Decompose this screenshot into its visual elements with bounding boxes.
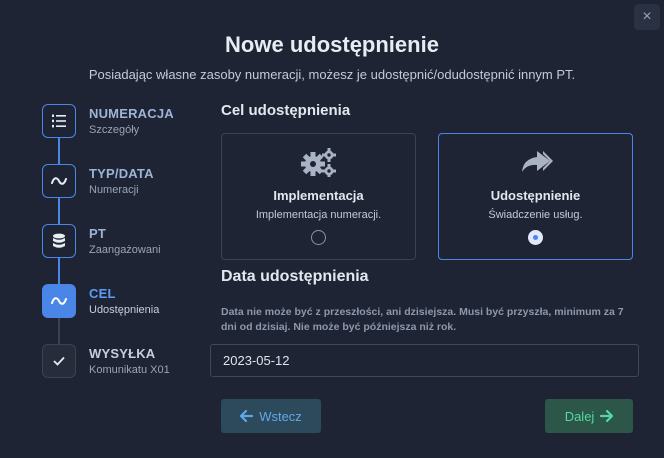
option-description: Implementacja numeracji. <box>255 209 382 221</box>
step-title: TYP/DATA <box>89 166 154 181</box>
step-numeracja[interactable]: NUMERACJA Szczegóły <box>42 104 212 144</box>
arrow-right-icon <box>600 410 614 422</box>
step-subtitle: Zaangażowani <box>89 244 161 256</box>
step-title: WYSYŁKA <box>89 346 156 361</box>
date-heading: Data udostępnienia <box>221 268 369 285</box>
tilde-icon <box>42 284 76 318</box>
next-button[interactable]: Dalej <box>545 399 633 433</box>
share-icon <box>519 147 553 177</box>
option-title: Implementacja <box>273 188 364 203</box>
radio-implementacja[interactable] <box>311 230 326 245</box>
purpose-heading: Cel udostępnienia <box>221 102 351 119</box>
next-button-label: Dalej <box>564 408 595 424</box>
step-wysylka[interactable]: WYSYŁKA Komunikatu X01 <box>42 344 212 384</box>
arrow-left-icon <box>240 410 254 422</box>
radio-udostepnienie[interactable] <box>528 230 543 245</box>
step-subtitle: Numeracji <box>89 184 139 196</box>
close-button[interactable]: × <box>634 4 660 30</box>
option-udostepnienie[interactable]: Udostępnienie Świadczenie usług. <box>438 133 633 260</box>
step-typ-data[interactable]: TYP/DATA Numeracji <box>42 164 212 204</box>
date-hint: Data nie może być z przeszłości, ani dzi… <box>221 306 624 333</box>
gears-icon <box>300 147 338 177</box>
step-title: PT <box>89 226 107 241</box>
close-icon: × <box>642 8 652 25</box>
step-subtitle: Komunikatu X01 <box>89 364 170 376</box>
step-title: CEL <box>89 286 116 301</box>
option-title: Udostępnienie <box>490 188 581 203</box>
database-icon <box>42 224 76 258</box>
step-subtitle: Udostępnienia <box>89 304 160 316</box>
tilde-icon <box>42 164 76 198</box>
dialog-subtitle: Posiadając własne zasoby numeracji, może… <box>88 67 576 82</box>
option-description: Świadczenie usług. <box>488 209 583 221</box>
step-subtitle: Szczegóły <box>89 124 140 136</box>
step-cel[interactable]: CEL Udostępnienia <box>42 284 212 324</box>
step-pt[interactable]: PT Zaangażowani <box>42 224 212 264</box>
check-icon <box>42 344 76 378</box>
list-ordered-icon <box>42 104 76 138</box>
date-input[interactable] <box>210 344 639 377</box>
dialog-title: Nowe udostępnienie <box>225 32 439 57</box>
back-button[interactable]: Wstecz <box>221 399 321 433</box>
back-button-label: Wstecz <box>259 408 302 424</box>
option-implementacja[interactable]: Implementacja Implementacja numeracji. <box>221 133 416 260</box>
step-title: NUMERACJA <box>89 106 174 121</box>
